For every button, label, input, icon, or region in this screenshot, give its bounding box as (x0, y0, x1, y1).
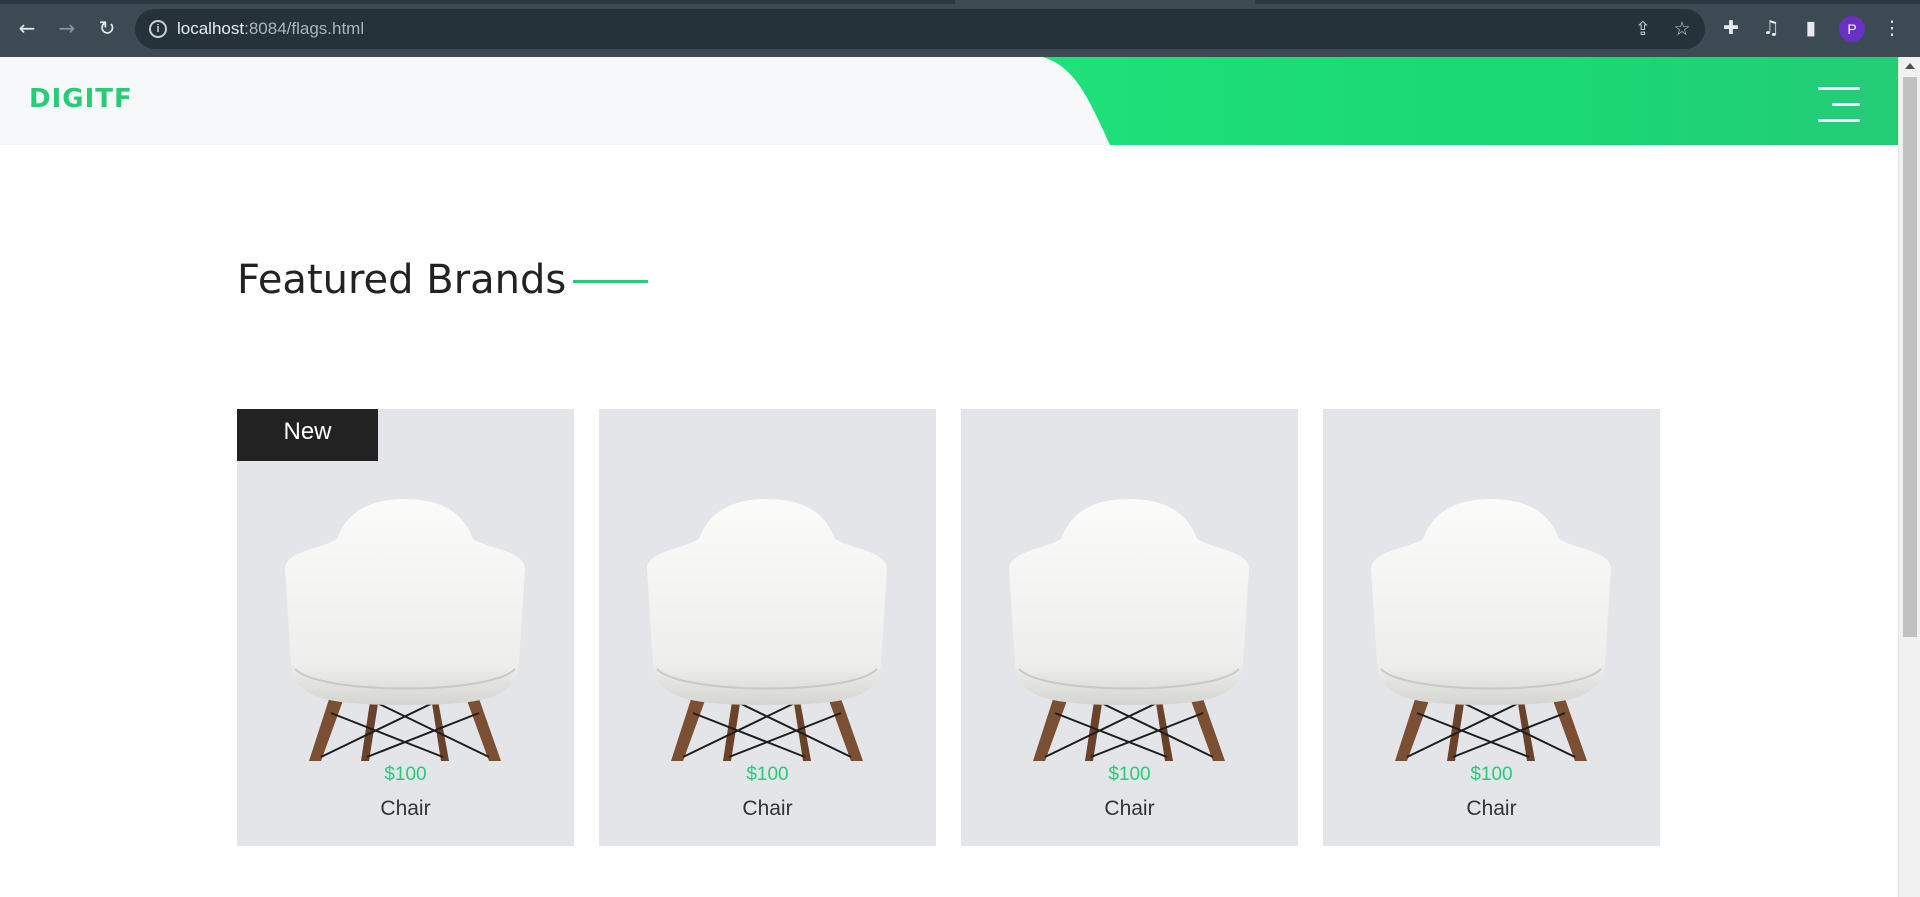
sidepanel-icon[interactable]: ▮ (1798, 15, 1824, 41)
chair-image (1371, 499, 1611, 761)
product-card[interactable]: $100 Chair (961, 409, 1298, 846)
extensions-icon[interactable]: ✚ (1718, 15, 1744, 41)
chair-image (647, 499, 887, 761)
product-price: $100 (1108, 764, 1151, 785)
product-card[interactable]: New $100 Chair (237, 409, 574, 846)
site-logo[interactable]: DIGITF (29, 84, 133, 114)
new-badge: New (237, 409, 378, 461)
scroll-up-icon[interactable] (1905, 63, 1915, 69)
product-name[interactable]: Chair (237, 797, 574, 821)
product-price: $100 (384, 764, 427, 785)
page-scrollbar[interactable] (1898, 57, 1920, 897)
back-arrow-icon[interactable]: ← (13, 14, 41, 42)
url-path: :8084/flags.html (244, 19, 365, 38)
chair-image (1009, 499, 1249, 761)
url-host: localhost (177, 19, 245, 38)
product-price: $100 (1470, 764, 1513, 785)
section-title: Featured Brands (237, 257, 567, 303)
product-name[interactable]: Chair (1323, 797, 1660, 821)
profile-avatar[interactable]: P (1839, 16, 1865, 42)
product-name[interactable]: Chair (961, 797, 1298, 821)
share-icon[interactable]: ⇪ (1631, 17, 1655, 41)
product-price: $100 (746, 764, 789, 785)
more-vert-icon[interactable]: ⋮ (1879, 15, 1905, 41)
product-name[interactable]: Chair (599, 797, 936, 821)
site-header: DIGITF (0, 57, 1898, 145)
browser-toolbar: ← → ↻ i localhost:8084/flags.html ⇪ ☆ ✚ … (0, 0, 1920, 57)
header-green-wave (1043, 57, 1898, 145)
active-tab[interactable] (955, 0, 1255, 4)
chair-image (285, 499, 525, 761)
page-viewport: DIGITF Featured Brands New $100 Chair $1… (0, 57, 1898, 897)
scrollbar-thumb[interactable] (1903, 77, 1917, 637)
url-text[interactable]: localhost:8084/flags.html (177, 19, 364, 39)
forward-arrow-icon[interactable]: → (53, 14, 81, 42)
info-icon[interactable]: i (149, 20, 167, 38)
address-bar[interactable]: i localhost:8084/flags.html ⇪ ☆ (135, 9, 1705, 49)
product-card[interactable]: $100 Chair (599, 409, 936, 846)
reload-icon[interactable]: ↻ (93, 14, 121, 42)
title-underline (573, 280, 648, 283)
star-icon[interactable]: ☆ (1670, 17, 1694, 41)
media-icon[interactable]: ♫ (1758, 15, 1784, 41)
product-card[interactable]: $100 Chair (1323, 409, 1660, 846)
menu-icon[interactable] (1818, 87, 1860, 123)
